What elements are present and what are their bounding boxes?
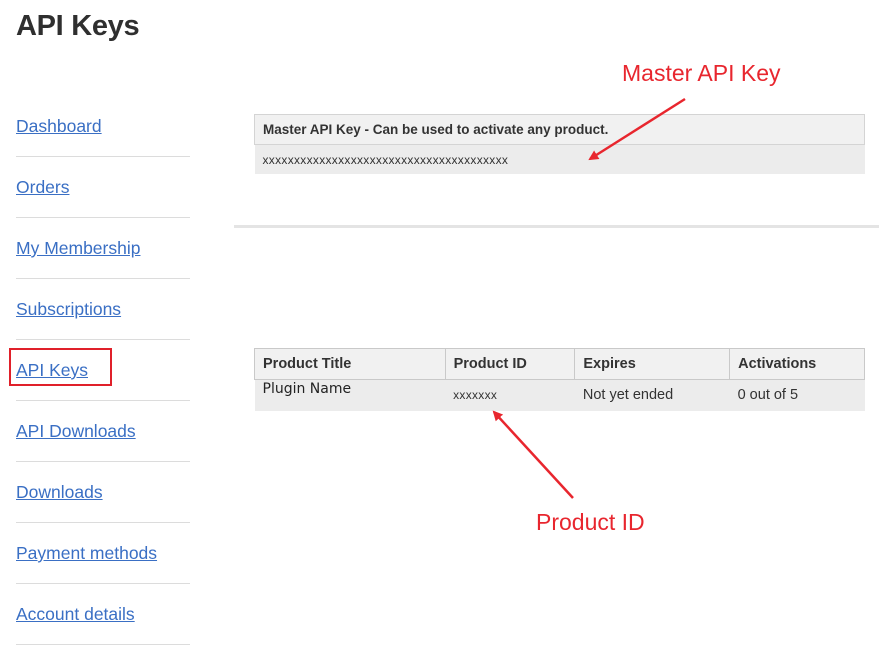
column-header-product-title: Product Title (254, 348, 446, 380)
table-row: Plugin Name xxxxxxx Not yet ended 0 out … (254, 379, 865, 411)
column-header-product-id: Product ID (444, 348, 576, 380)
column-header-expires: Expires (574, 348, 731, 380)
nav-link-api-downloads[interactable]: API Downloads (16, 421, 136, 442)
nav-link-subscriptions[interactable]: Subscriptions (16, 299, 121, 320)
activations-cell: 0 out of 5 (729, 379, 865, 411)
nav-item-downloads: Downloads (16, 463, 190, 523)
nav-link-api-keys[interactable]: API Keys (16, 360, 88, 381)
section-divider (234, 225, 879, 228)
page-title: API Keys (16, 10, 140, 42)
nav-item-orders: Orders (16, 158, 190, 218)
account-nav: Dashboard Orders My Membership Subscript… (9, 97, 190, 645)
nav-link-dashboard[interactable]: Dashboard (16, 116, 102, 137)
master-key-header-row: Master API Key - Can be used to activate… (254, 114, 865, 145)
nav-item-my-membership: My Membership (16, 219, 190, 279)
product-title-cell: Plugin Name (254, 379, 446, 411)
product-table-header-row: Product Title Product ID Expires Activat… (254, 348, 865, 380)
nav-link-my-membership[interactable]: My Membership (16, 238, 140, 259)
nav-item-dashboard: Dashboard (16, 97, 190, 157)
nav-link-orders[interactable]: Orders (16, 177, 69, 198)
nav-item-api-keys: API Keys (9, 341, 190, 401)
product-keys-table: Product Title Product ID Expires Activat… (254, 348, 865, 411)
nav-item-payment-methods: Payment methods (16, 524, 190, 584)
annotation-product-id: Product ID (536, 509, 645, 535)
master-api-key-table: Master API Key - Can be used to activate… (254, 114, 865, 174)
nav-link-payment-methods[interactable]: Payment methods (16, 543, 157, 564)
nav-item-api-downloads: API Downloads (16, 402, 190, 462)
expires-cell: Not yet ended (574, 379, 730, 411)
master-key-row: xxxxxxxxxxxxxxxxxxxxxxxxxxxxxxxxxxxxxxx (254, 144, 865, 174)
nav-link-account-details[interactable]: Account details (16, 604, 135, 625)
nav-item-account-details: Account details (16, 585, 190, 645)
annotation-master-api-key: Master API Key (622, 60, 781, 86)
nav-item-subscriptions: Subscriptions (16, 280, 190, 340)
product-id-cell[interactable]: xxxxxxx (445, 379, 575, 411)
master-key-value[interactable]: xxxxxxxxxxxxxxxxxxxxxxxxxxxxxxxxxxxxxxx (254, 144, 865, 174)
master-key-header: Master API Key - Can be used to activate… (254, 114, 865, 145)
nav-link-downloads[interactable]: Downloads (16, 482, 103, 503)
column-header-activations: Activations (729, 348, 865, 380)
arrow-to-product-id (492, 410, 574, 499)
product-title: Plugin Name (262, 381, 352, 398)
